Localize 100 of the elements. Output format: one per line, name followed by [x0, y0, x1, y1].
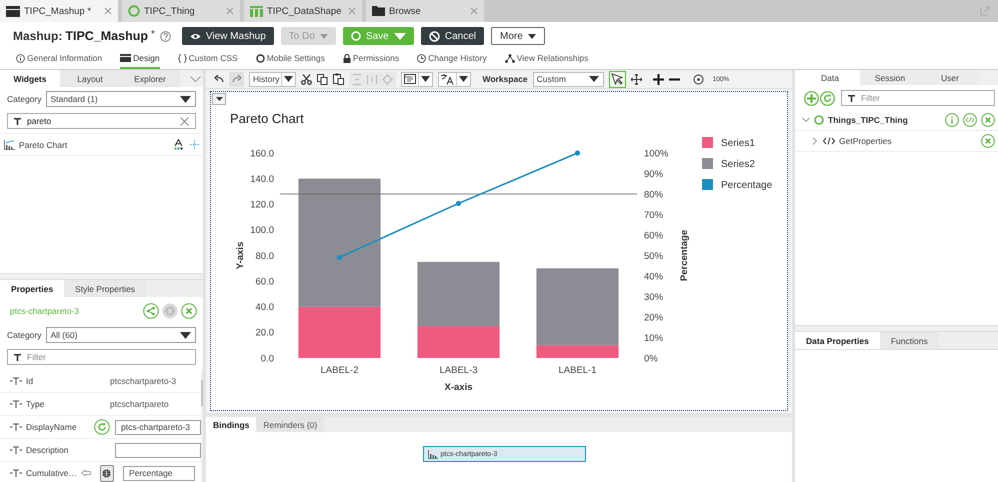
entity-type: Mashup: [13, 29, 62, 43]
text-type-icon [10, 377, 22, 385]
category-dropdown[interactable]: Standard (1) [46, 91, 196, 107]
settings-icon[interactable] [162, 303, 178, 319]
tab-label: Browse [389, 6, 422, 16]
property-name: Id [26, 376, 34, 386]
category-dropdown[interactable]: All (60) [46, 327, 196, 343]
undo-icon[interactable] [214, 75, 224, 83]
language-dropdown[interactable] [438, 72, 472, 86]
tick-label: 100% [644, 148, 668, 160]
nav-tab[interactable]: Change History [417, 53, 487, 69]
text-style-icon[interactable] [174, 139, 183, 150]
target-icon[interactable] [692, 74, 704, 84]
localize-button[interactable] [100, 464, 114, 482]
filter-field[interactable]: Filter [841, 90, 995, 106]
close-icon[interactable] [981, 134, 995, 148]
header-button[interactable]: More [491, 27, 545, 45]
panel-tab[interactable]: Properties [0, 280, 64, 297]
editor-tab[interactable]: TIPC_Thing [122, 0, 240, 22]
copy-icon[interactable] [317, 74, 328, 84]
circle-icon [128, 5, 140, 17]
panel-tab[interactable]: Reminders (0) [256, 417, 324, 432]
panel-tab[interactable]: Functions [880, 332, 939, 349]
tree-item[interactable]: GetProperties [795, 131, 998, 152]
filter-icon [14, 354, 21, 360]
panel-tab[interactable]: Layout [60, 70, 120, 87]
caret-icon [180, 96, 191, 102]
property-name: Description [26, 445, 70, 455]
zoom-out-icon[interactable] [668, 78, 680, 80]
close-icon[interactable] [348, 7, 356, 15]
panel-tab[interactable]: Widgets [0, 70, 60, 87]
widget-item[interactable]: Pareto Chart [0, 133, 203, 156]
tree-item[interactable]: Things_TIPC_Thing [795, 110, 998, 131]
filter-icon [14, 118, 21, 124]
nav-tab[interactable]: Permissions [342, 53, 400, 69]
tick-label: 100.0 [250, 225, 274, 236]
close-icon[interactable] [981, 113, 995, 127]
filter-field[interactable]: Filter [7, 349, 196, 365]
nav-tab[interactable]: Mobile Settings [256, 53, 325, 69]
code-icon[interactable] [963, 113, 977, 127]
property-input[interactable]: Percentage [123, 466, 196, 480]
panel-tab[interactable]: Session [860, 70, 920, 85]
tick-label: 20.0 [256, 328, 274, 339]
close-icon[interactable] [470, 7, 478, 15]
popout-icon[interactable] [980, 6, 990, 16]
editor-tab[interactable]: TIPC_Mashup * [0, 0, 118, 22]
panel-tab[interactable]: Style Properties [64, 280, 146, 297]
help-icon[interactable] [160, 30, 171, 42]
close-icon[interactable] [181, 303, 197, 319]
panel-tab[interactable]: Data [800, 70, 860, 85]
legend-swatch [702, 179, 713, 190]
text-type-icon [10, 423, 22, 431]
columns-icon [250, 6, 263, 16]
braces-icon [178, 54, 187, 62]
align-icon [352, 74, 362, 84]
panel-tab[interactable]: Explorer [120, 70, 180, 87]
axis-title: X-axis [444, 382, 472, 393]
close-icon[interactable] [226, 7, 234, 15]
redo-icon[interactable] [232, 75, 242, 83]
clear-icon[interactable] [180, 116, 189, 126]
info-icon[interactable] [945, 113, 959, 127]
chevron-icon[interactable] [190, 76, 201, 82]
property-input[interactable] [115, 442, 201, 458]
property-input[interactable]: ptcs-chartpareto-3 [115, 420, 201, 434]
add-icon[interactable] [804, 90, 819, 106]
paste-icon[interactable] [333, 73, 344, 85]
panel-tab[interactable]: User [920, 70, 980, 85]
panel-tab[interactable]: Data Properties [795, 332, 880, 349]
caret-icon [394, 32, 406, 40]
search-field[interactable]: pareto [7, 113, 196, 129]
move-icon[interactable] [630, 74, 642, 84]
canvas-menu-button[interactable] [212, 93, 226, 105]
header-button[interactable]: Cancel [420, 27, 484, 45]
scrollbar[interactable] [201, 370, 203, 482]
reset-icon[interactable] [94, 419, 110, 435]
panel-tab[interactable]: Bindings [206, 417, 256, 432]
ban-icon [428, 30, 440, 42]
axis-title: Y-axis [235, 242, 246, 270]
share-icon[interactable] [143, 303, 159, 319]
header-button[interactable]: View Mashup [182, 27, 274, 45]
cut-icon[interactable] [301, 74, 312, 84]
zoom-in-icon[interactable] [652, 74, 664, 84]
close-icon[interactable] [104, 7, 112, 15]
tab-label: TIPC_Mashup * [24, 6, 92, 16]
nav-tab[interactable]: General Information [16, 53, 102, 69]
nav-tab[interactable]: View Relationships [504, 53, 588, 69]
refresh-icon[interactable] [820, 90, 835, 106]
pointer-icon[interactable] [611, 73, 624, 85]
history-dropdown[interactable]: History [249, 72, 296, 86]
mashup-canvas[interactable]: Pareto Chart 0.0 20.0 40.0 60.0 80.0 100.0 120.0 140.0 160.0 0% 10% 20% 30% 40% 50% 60% 70% 80% 90% 100% Y-axis Percentage X-axis LABEL-2 LABEL-3 LABEL-1 Series1 Series2 Percentage [210, 91, 788, 411]
layout-dropdown[interactable] [401, 72, 434, 86]
legend-swatch [702, 158, 713, 169]
workspace-dropdown[interactable]: Custom [532, 72, 604, 86]
translate-icon [441, 74, 454, 84]
unsaved-mark: * [151, 28, 155, 40]
editor-tab[interactable]: Browse [366, 0, 484, 22]
info-icon [16, 54, 25, 62]
editor-tab[interactable]: TIPC_DataShape [244, 0, 362, 22]
tab-label: TIPC_Thing [144, 6, 196, 16]
nav-tab[interactable]: Custom CSS [178, 53, 238, 69]
